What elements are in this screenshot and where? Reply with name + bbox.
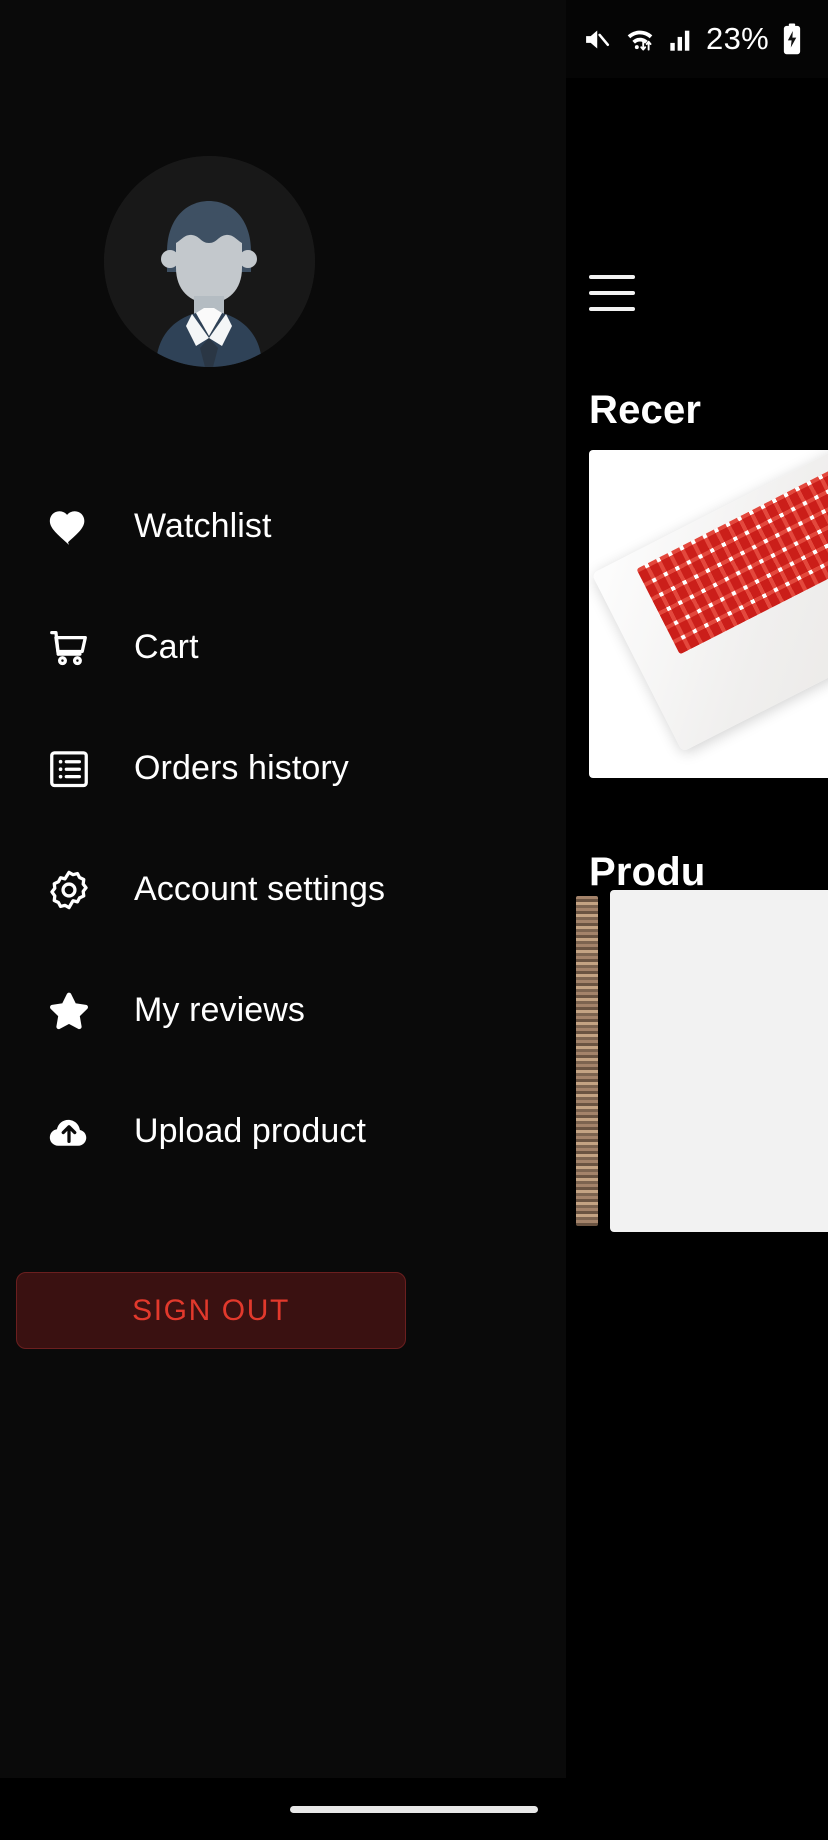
battery-charging-icon bbox=[782, 23, 802, 55]
drawer-item-label: Cart bbox=[134, 628, 199, 666]
cloud-upload-icon bbox=[44, 1107, 94, 1157]
volume-mute-icon bbox=[582, 25, 611, 54]
heart-icon bbox=[44, 502, 94, 552]
phone-screen: Recer Produ Watchlist Cart Orders histor… bbox=[0, 0, 828, 1840]
drawer-item-label: My reviews bbox=[134, 991, 306, 1029]
battery-percent-label: 23% bbox=[706, 21, 769, 56]
navigation-drawer: Watchlist Cart Orders history Account se… bbox=[0, 0, 566, 1840]
drawer-item-label: Account settings bbox=[134, 870, 386, 908]
sign-out-button[interactable]: SIGN OUT bbox=[16, 1272, 406, 1349]
hamburger-menu-icon[interactable] bbox=[589, 275, 635, 311]
list-box-icon bbox=[44, 744, 94, 794]
drawer-item-upload-product[interactable]: Upload product bbox=[0, 1071, 566, 1192]
keyboard-product-image bbox=[591, 450, 828, 753]
shopping-cart-icon bbox=[44, 623, 94, 673]
star-icon bbox=[44, 986, 94, 1036]
signal-bars-icon bbox=[669, 26, 693, 52]
product-card[interactable] bbox=[610, 890, 828, 1232]
gesture-nav-bar bbox=[0, 1778, 828, 1840]
gear-icon bbox=[44, 865, 94, 915]
drawer-item-label: Upload product bbox=[134, 1112, 366, 1150]
drawer-item-orders-history[interactable]: Orders history bbox=[0, 708, 566, 829]
drawer-item-cart[interactable]: Cart bbox=[0, 587, 566, 708]
wifi-icon bbox=[624, 25, 656, 53]
drawer-item-watchlist[interactable]: Watchlist bbox=[0, 466, 566, 587]
drawer-item-label: Watchlist bbox=[134, 507, 272, 545]
product-card-partial[interactable] bbox=[576, 896, 598, 1226]
default-user-avatar-icon bbox=[104, 156, 315, 367]
drawer-item-label: Orders history bbox=[134, 749, 349, 787]
products-title: Produ bbox=[589, 850, 706, 894]
home-gesture-pill[interactable] bbox=[290, 1805, 538, 1813]
keyboard-keys bbox=[636, 455, 828, 655]
drawer-item-account-settings[interactable]: Account settings bbox=[0, 829, 566, 950]
avatar[interactable] bbox=[104, 156, 315, 367]
drawer-item-my-reviews[interactable]: My reviews bbox=[0, 950, 566, 1071]
recently-viewed-title: Recer bbox=[589, 388, 702, 432]
drawer-menu: Watchlist Cart Orders history Account se… bbox=[0, 466, 566, 1192]
recently-viewed-card[interactable] bbox=[589, 450, 828, 778]
